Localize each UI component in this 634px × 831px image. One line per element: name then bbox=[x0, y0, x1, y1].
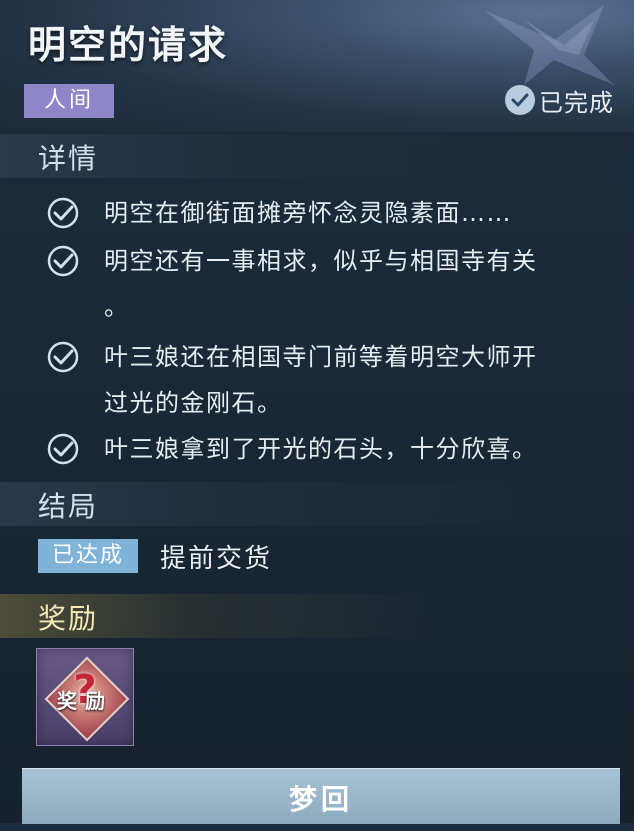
detail-text: 过光的金刚石。 bbox=[104, 389, 283, 417]
reward-label: 奖励 bbox=[57, 689, 113, 713]
outcome-text: 提前交货 bbox=[160, 544, 273, 574]
details-title: 详情 bbox=[38, 142, 99, 175]
detail-text: 叶三娘拿到了开光的石头，十分欣喜。 bbox=[104, 435, 538, 463]
reward-item[interactable]: ? 奖励 bbox=[36, 648, 134, 746]
rewards-title: 奖励 bbox=[38, 602, 99, 635]
check-circle-icon bbox=[47, 245, 79, 277]
check-circle-icon bbox=[47, 341, 79, 373]
quest-category-tag: 人间 bbox=[24, 84, 114, 118]
dream-return-button[interactable]: 梦回 bbox=[22, 768, 620, 824]
outcome-title: 结局 bbox=[38, 490, 99, 523]
status-label: 已完成 bbox=[539, 88, 614, 117]
detail-item: 明空还有一事相求，似乎与相国寺有关 。 bbox=[46, 244, 616, 330]
completed-check-icon bbox=[505, 85, 535, 115]
achieved-badge: 已达成 bbox=[38, 539, 138, 573]
butterfly-wing-decoration bbox=[484, 5, 614, 85]
detail-item: 叶三娘还在相国寺门前等着明空大师开 过光的金刚石。 bbox=[46, 340, 616, 426]
check-circle-icon bbox=[47, 433, 79, 465]
detail-item: 明空在御街面摊旁怀念灵隐素面…… bbox=[46, 196, 616, 236]
detail-item: 叶三娘拿到了开光的石头，十分欣喜。 bbox=[46, 432, 616, 472]
completion-status: 已完成 bbox=[505, 84, 614, 117]
detail-text: 明空在御街面摊旁怀念灵隐素面…… bbox=[104, 199, 512, 227]
check-circle-icon bbox=[47, 197, 79, 229]
detail-text: 叶三娘还在相国寺门前等着明空大师开 bbox=[104, 343, 538, 371]
detail-text: 。 bbox=[104, 293, 130, 321]
detail-text: 明空还有一事相求，似乎与相国寺有关 bbox=[104, 247, 538, 275]
quest-title: 明空的请求 bbox=[28, 23, 229, 67]
